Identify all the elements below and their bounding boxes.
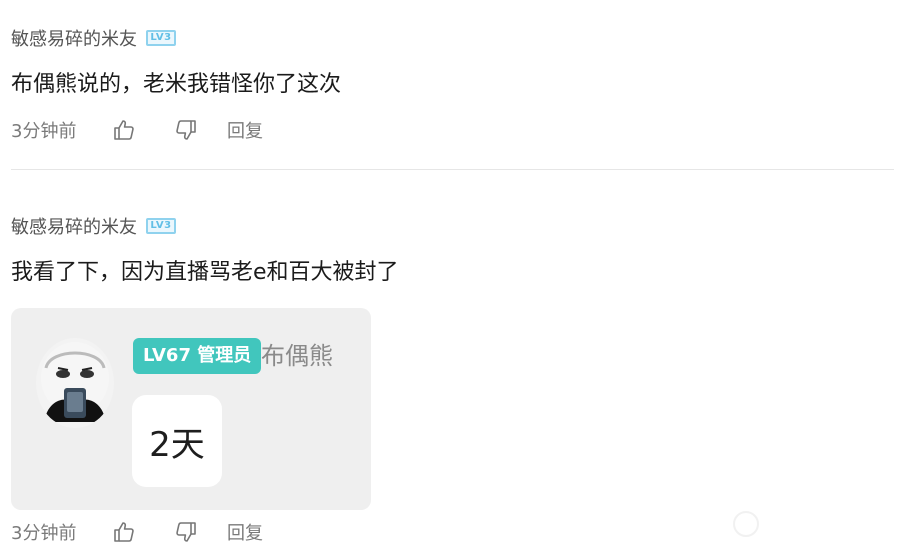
level-badge: LV3 — [146, 218, 176, 234]
quoted-message-bubble: 2天 — [132, 395, 222, 487]
username[interactable]: 敏感易碎的米友 — [11, 213, 137, 239]
comment-item: 敏感易碎的米友 LV3 布偶熊说的，老米我错怪你了这次 3分钟前 回复 — [11, 24, 891, 144]
level-badge: LV3 — [146, 30, 176, 46]
admin-badge: LV67 管理员 — [133, 338, 262, 374]
avatar[interactable] — [36, 338, 114, 428]
watermark-icon — [733, 511, 759, 537]
reply-button[interactable]: 回复 — [227, 519, 263, 545]
comment-time: 3分钟前 — [11, 523, 77, 544]
comment-user-row: 敏感易碎的米友 LV3 — [11, 24, 891, 52]
quoted-user-name[interactable]: 布偶熊 — [261, 339, 333, 373]
thumbs-down-icon[interactable] — [173, 519, 199, 545]
comment-time: 3分钟前 — [11, 121, 77, 142]
comment-actions: 3分钟前 回复 — [11, 116, 891, 144]
quoted-message-card[interactable]: LV67 管理员 布偶熊 2天 — [11, 308, 371, 510]
comment-text: 我看了下，因为直播骂老e和百大被封了 — [11, 260, 399, 285]
comment-actions: 3分钟前 回复 — [11, 518, 891, 546]
thumbs-down-icon[interactable] — [173, 117, 199, 143]
thumbs-up-icon[interactable] — [111, 519, 137, 545]
comment-item: 敏感易碎的米友 LV3 我看了下，因为直播骂老e和百大被封了 LV67 管理员 … — [11, 212, 891, 546]
reply-button[interactable]: 回复 — [227, 117, 263, 143]
comment-user-row: 敏感易碎的米友 LV3 — [11, 212, 891, 240]
comment-divider — [11, 169, 894, 170]
username[interactable]: 敏感易碎的米友 — [11, 25, 137, 51]
thumbs-up-icon[interactable] — [111, 117, 137, 143]
comment-text: 布偶熊说的，老米我错怪你了这次 — [11, 72, 342, 97]
